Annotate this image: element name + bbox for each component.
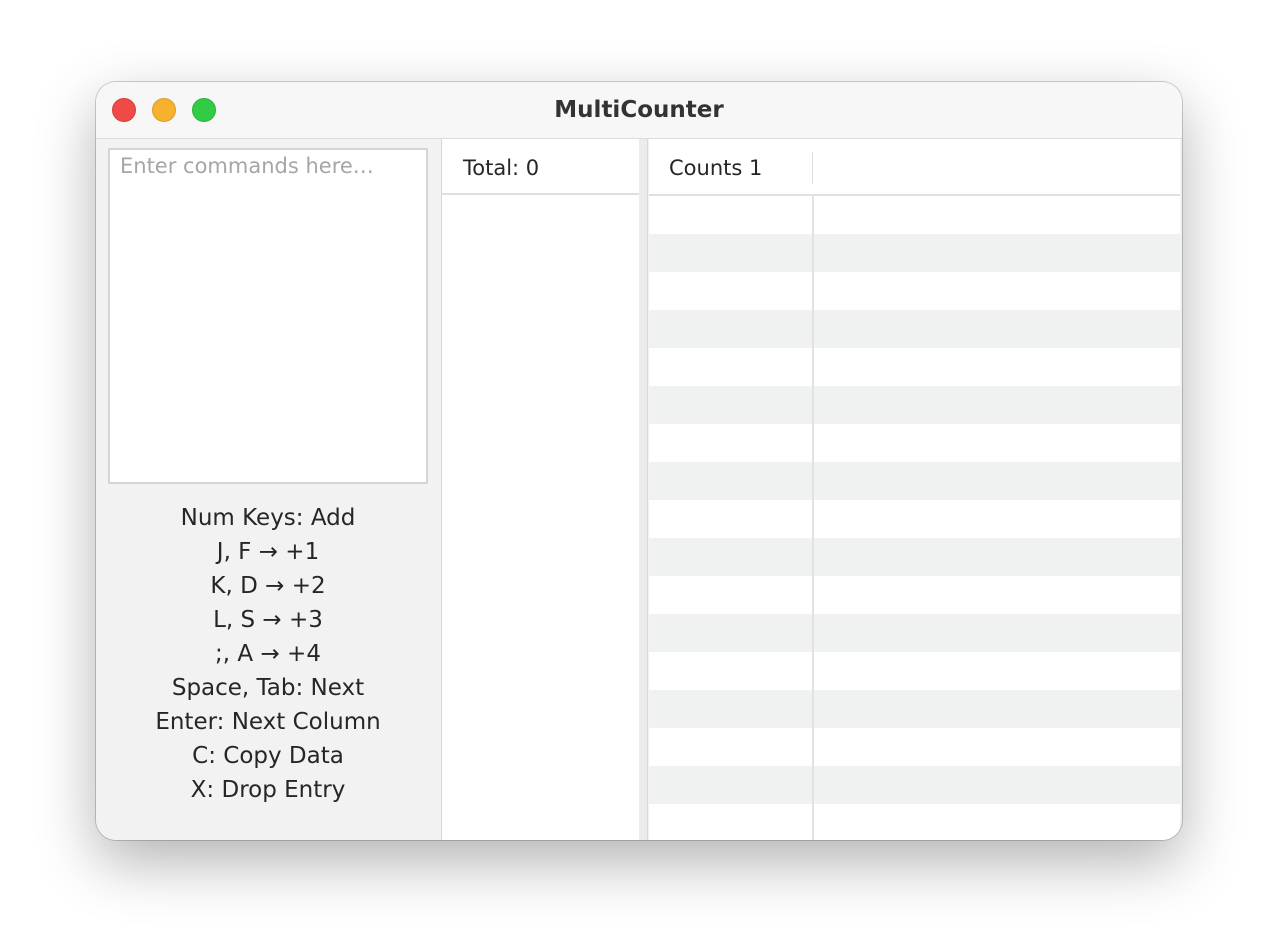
- table-row[interactable]: [649, 728, 1180, 766]
- split-divider[interactable]: [639, 139, 648, 840]
- help-line: X: Drop Entry: [190, 777, 346, 803]
- help-line: Num Keys: Add: [180, 505, 356, 531]
- table-row[interactable]: [649, 538, 1180, 576]
- table-row[interactable]: [649, 614, 1180, 652]
- shortcut-help: Num Keys: Add J, F → +1 K, D → +2 L, S →…: [96, 501, 440, 807]
- table-row[interactable]: [649, 310, 1180, 348]
- column-separator[interactable]: [812, 152, 813, 184]
- table-row[interactable]: [649, 576, 1180, 614]
- help-line: C: Copy Data: [192, 743, 344, 769]
- title-bar[interactable]: MultiCounter: [96, 82, 1182, 139]
- total-panel: Total: 0: [441, 139, 641, 840]
- total-label: Total: 0: [463, 156, 540, 180]
- table-row[interactable]: [649, 690, 1180, 728]
- help-line: Enter: Next Column: [155, 709, 381, 735]
- table-body: [649, 196, 1180, 840]
- help-line: ;, A → +4: [215, 641, 321, 667]
- help-line: L, S → +3: [213, 607, 323, 633]
- table-row[interactable]: [649, 234, 1180, 272]
- table-row[interactable]: [649, 424, 1180, 462]
- table-row[interactable]: [649, 348, 1180, 386]
- command-panel: Num Keys: Add J, F → +1 K, D → +2 L, S →…: [96, 139, 440, 840]
- table-row[interactable]: [649, 500, 1180, 538]
- help-line: K, D → +2: [210, 573, 326, 599]
- app-window: MultiCounter Num Keys: Add J, F → +1 K, …: [96, 82, 1182, 840]
- table-row[interactable]: [649, 804, 1180, 840]
- table-row[interactable]: [649, 462, 1180, 500]
- table-row[interactable]: [649, 196, 1180, 234]
- help-line: J, F → +1: [216, 539, 320, 565]
- table-row[interactable]: [649, 766, 1180, 804]
- help-line: Space, Tab: Next: [171, 675, 365, 701]
- table-header: Counts 1: [649, 139, 1180, 196]
- window-title: MultiCounter: [554, 97, 724, 123]
- command-input[interactable]: [108, 148, 428, 484]
- column-header-label: Counts 1: [669, 156, 763, 180]
- column-grid-line: [812, 196, 814, 840]
- column-header-counts-1[interactable]: Counts 1: [649, 139, 813, 194]
- table-row[interactable]: [649, 652, 1180, 690]
- table-row[interactable]: [649, 386, 1180, 424]
- total-header: Total: 0: [442, 139, 640, 195]
- counts-table[interactable]: Counts 1: [649, 139, 1180, 840]
- table-row[interactable]: [649, 272, 1180, 310]
